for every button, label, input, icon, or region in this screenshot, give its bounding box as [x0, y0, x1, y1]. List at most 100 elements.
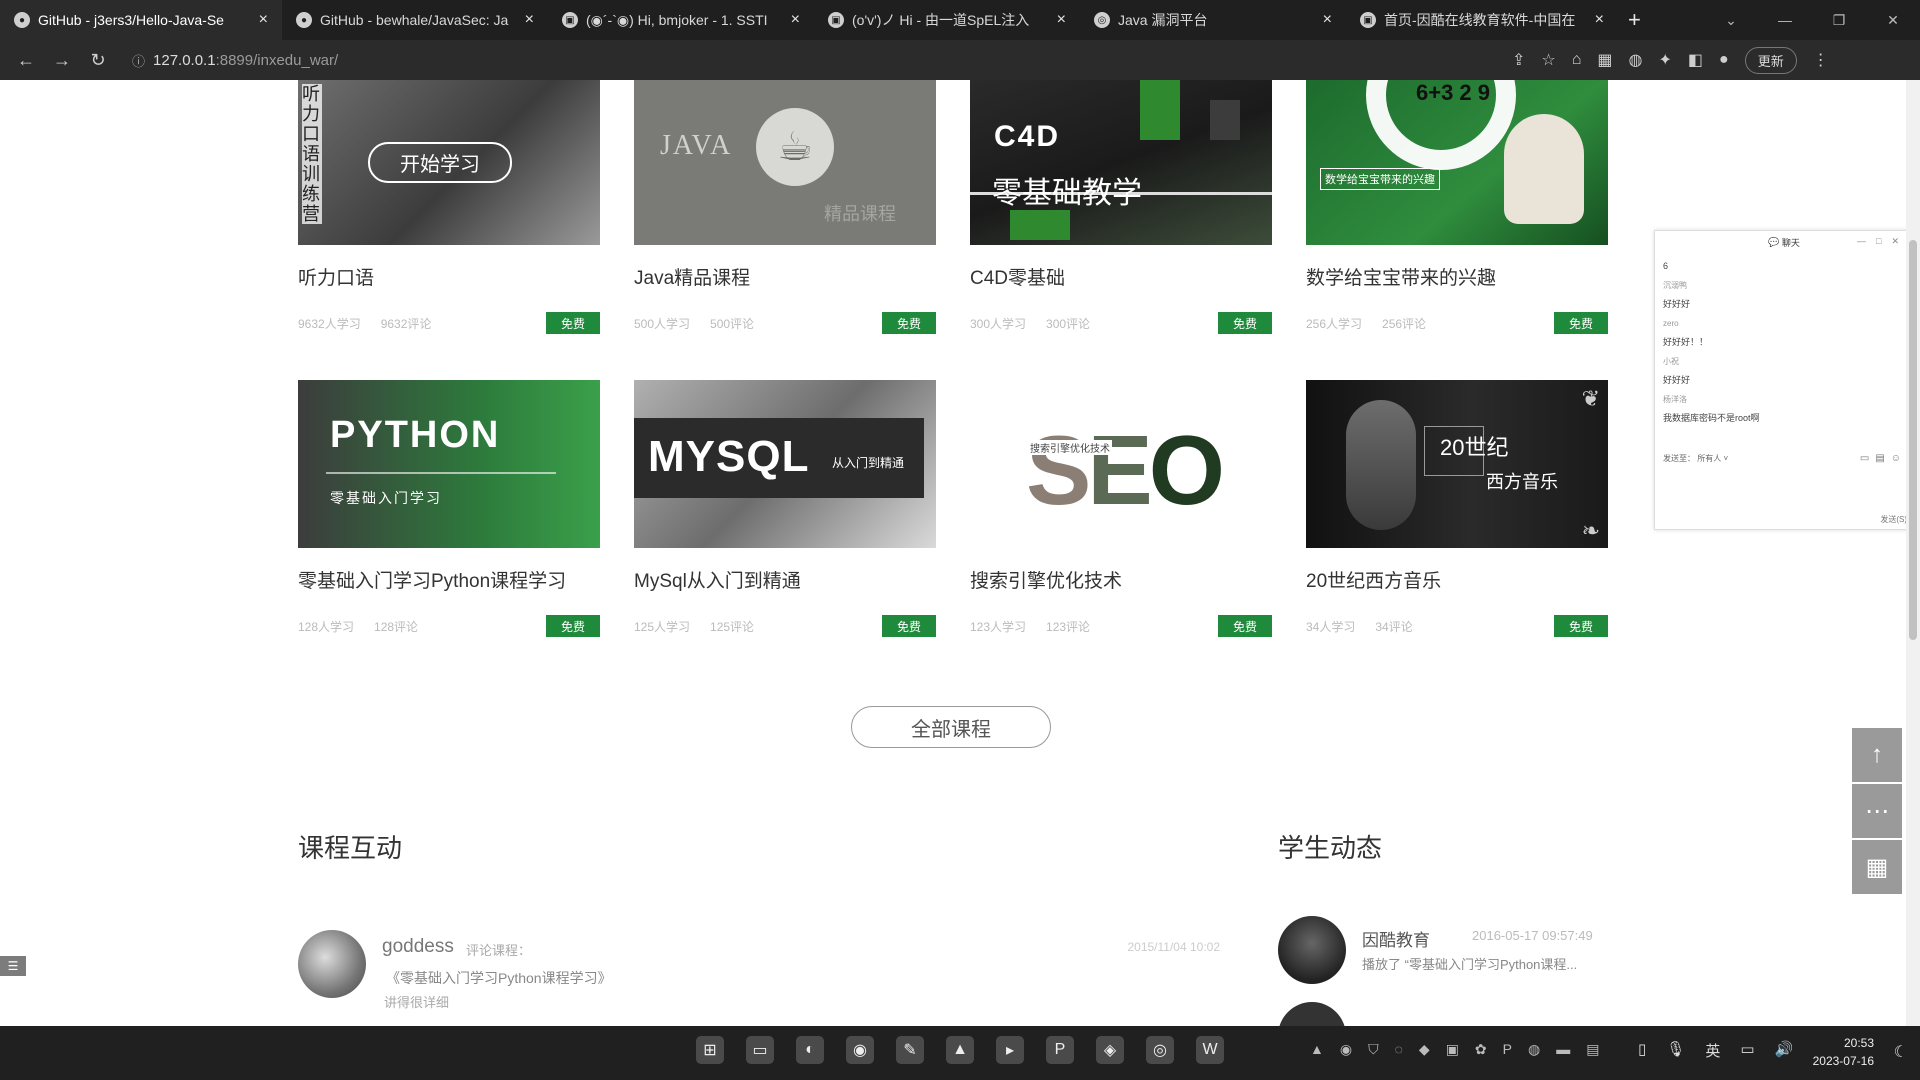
course-thumbnail[interactable]: SEO 搜索引擎优化技术	[970, 380, 1272, 548]
course-thumbnail[interactable]: C4D 零基础教学	[970, 80, 1272, 245]
app-p-icon[interactable]: P	[1046, 1036, 1074, 1064]
back-to-top-icon[interactable]: ↑	[1852, 728, 1902, 782]
course-card[interactable]: 20世纪 西方音乐 ❦ ❧ 20世纪西方音乐 34人学习 34评论 免费	[1306, 380, 1608, 637]
news-user[interactable]: 因酷教育	[1362, 926, 1430, 951]
back-icon[interactable]: ←	[8, 50, 44, 71]
course-card[interactable]: C4D 零基础教学 C4D零基础 300人学习 300评论 免费	[970, 80, 1272, 334]
menu-toggle-icon[interactable]: ☰	[0, 956, 26, 976]
tray-icon[interactable]: ◉	[1340, 1041, 1352, 1058]
chat-window[interactable]: 💬 聊天 —□✕ 6 沉溺鸭 好好好 zero 好好好！！ 小祝 好好好 杨洋洛…	[1654, 230, 1914, 530]
course-title[interactable]: 零基础入门学习Python课程学习	[298, 566, 600, 593]
new-tab-button[interactable]: +	[1628, 7, 1641, 33]
extension-icon[interactable]: ⌂	[1572, 51, 1582, 69]
tray-icon[interactable]: ◆	[1419, 1041, 1430, 1058]
start-learning-button[interactable]: 开始学习	[368, 142, 512, 183]
menu-icon[interactable]: ⋮	[1813, 50, 1829, 70]
avatar[interactable]	[1278, 1002, 1346, 1026]
puzzle-icon[interactable]: ✦	[1659, 50, 1672, 70]
close-icon[interactable]: ×	[525, 11, 534, 29]
tab-github-hello-java[interactable]: ● GitHub - j3ers3/Hello-Java-Se ×	[0, 0, 282, 40]
course-thumbnail[interactable]: 听力口语训练营 开始学习	[298, 80, 600, 245]
comment-user[interactable]: goddess	[382, 936, 454, 958]
chevron-down-icon[interactable]: ⌄	[1704, 12, 1758, 29]
microphone-icon[interactable]: 🎙	[1666, 1040, 1685, 1061]
extension-icon[interactable]: ◍	[1629, 50, 1643, 70]
course-title[interactable]: 搜索引擎优化技术	[970, 566, 1272, 593]
close-icon[interactable]: ×	[259, 11, 268, 29]
chat-bubble-icon[interactable]: ⋯	[1852, 784, 1902, 838]
course-thumbnail[interactable]: 6+3 2 9 数学给宝宝带来的兴趣	[1306, 80, 1608, 245]
course-thumbnail[interactable]: MYSQL 从入门到精通	[634, 380, 936, 548]
tray-icon[interactable]: P	[1503, 1041, 1512, 1058]
tray-icon[interactable]: ▲	[1310, 1041, 1324, 1058]
tab-spel-injection[interactable]: ▣ (o'v')ノ Hi - 由一道SpEL注入 ×	[814, 0, 1080, 40]
tray-icon[interactable]: ◌	[1395, 1041, 1403, 1058]
course-title[interactable]: MySql从入门到精通	[634, 566, 936, 593]
file-explorer-icon[interactable]: ▭	[746, 1036, 774, 1064]
tab-bmjoker-ssti[interactable]: ▣ (◉´-`◉) Hi, bmjoker - 1. SSTI ×	[548, 0, 814, 40]
course-thumbnail[interactable]: 20世纪 西方音乐 ❦ ❧	[1306, 380, 1608, 548]
scrollbar-thumb[interactable]	[1909, 240, 1917, 640]
extension-icon[interactable]: ▦	[1597, 50, 1612, 70]
tab-github-javasec[interactable]: ● GitHub - bewhale/JavaSec: Ja ×	[282, 0, 548, 40]
tray-icon[interactable]: ▤	[1586, 1041, 1599, 1058]
ime-indicator[interactable]: 英	[1705, 1040, 1720, 1061]
close-window-icon[interactable]: ✕	[1866, 12, 1920, 29]
course-card[interactable]: 听力口语训练营 开始学习 听力口语 9632人学习 9632评论 免费	[298, 80, 600, 334]
chrome-icon[interactable]: ◉	[846, 1036, 874, 1064]
course-thumbnail[interactable]: JAVA ☕ 精品课程	[634, 80, 936, 245]
minimize-icon[interactable]: —	[1758, 12, 1812, 28]
volume-icon[interactable]: 🔊	[1775, 1040, 1794, 1061]
course-card[interactable]: SEO 搜索引擎优化技术 搜索引擎优化技术 123人学习 123评论 免费	[970, 380, 1272, 637]
tab-java-vuln-platform[interactable]: ◎ Java 漏洞平台 ×	[1080, 0, 1346, 40]
close-icon[interactable]: ×	[791, 11, 800, 29]
app-icon[interactable]: ◎	[1146, 1036, 1174, 1064]
network-icon[interactable]: ▭	[1740, 1040, 1754, 1061]
course-thumbnail[interactable]: PYTHON 零基础入门学习	[298, 380, 600, 548]
ide-icon[interactable]: ◈	[1096, 1036, 1124, 1064]
restore-icon[interactable]: ❐	[1812, 12, 1866, 29]
profile-icon[interactable]: ●	[1719, 51, 1729, 69]
course-title[interactable]: 听力口语	[298, 263, 600, 290]
send-to-select[interactable]: 所有人	[1697, 454, 1721, 463]
sidebar-icon[interactable]: ◧	[1688, 50, 1703, 70]
send-button[interactable]: 发送(S)	[1880, 514, 1907, 525]
news-text[interactable]: 播放了 “零基础入门学习Python课程...	[1362, 954, 1577, 973]
edge-icon[interactable]: ◐	[796, 1036, 824, 1064]
chevron-down-icon[interactable]: ˅	[1721, 454, 1728, 463]
address-bar[interactable]: ⓘ 127.0.0.1:8899/inxedu_war/	[122, 45, 1492, 75]
close-icon[interactable]: ×	[1057, 11, 1066, 29]
start-icon[interactable]: ⊞	[696, 1036, 724, 1064]
info-icon[interactable]: ⓘ	[132, 51, 145, 70]
comment-course-link[interactable]: 《零基础入门学习Python课程学习》	[386, 968, 612, 988]
notification-icon[interactable]: ☾	[1894, 1042, 1908, 1062]
update-button[interactable]: 更新	[1744, 46, 1797, 74]
forward-icon[interactable]: →	[44, 50, 80, 71]
course-title[interactable]: 20世纪西方音乐	[1306, 566, 1608, 593]
course-title[interactable]: C4D零基础	[970, 263, 1272, 290]
all-courses-button[interactable]: 全部课程	[851, 706, 1051, 748]
course-card[interactable]: PYTHON 零基础入门学习 零基础入门学习Python课程学习 128人学习 …	[298, 380, 600, 637]
course-title[interactable]: 数学给宝宝带来的兴趣	[1306, 263, 1608, 290]
qr-code-icon[interactable]: ▦	[1852, 840, 1902, 894]
app-icon[interactable]: ✎	[896, 1036, 924, 1064]
close-icon[interactable]: ×	[1323, 11, 1332, 29]
chat-window-controls[interactable]: —□✕	[1857, 236, 1909, 247]
chat-input[interactable]	[1663, 469, 1665, 478]
scrollbar[interactable]	[1906, 80, 1920, 1026]
clock[interactable]: 20:53 2023-07-16	[1813, 1034, 1874, 1070]
user-icon[interactable]: ☺	[1891, 453, 1907, 464]
tray-icon[interactable]: ▣	[1446, 1041, 1459, 1058]
avatar[interactable]	[1278, 916, 1346, 984]
word-icon[interactable]: W	[1196, 1036, 1224, 1064]
share-icon[interactable]: ⇪	[1512, 50, 1525, 70]
avatar[interactable]	[298, 930, 366, 998]
course-card[interactable]: 6+3 2 9 数学给宝宝带来的兴趣 数学给宝宝带来的兴趣 256人学习 256…	[1306, 80, 1608, 334]
screenshot-icon[interactable]: ▭	[1860, 453, 1875, 464]
shield-icon[interactable]: ⛉	[1368, 1041, 1379, 1058]
tray-icon[interactable]: ✿	[1475, 1041, 1487, 1058]
course-title[interactable]: Java精品课程	[634, 263, 936, 290]
app-icon[interactable]: ▲	[946, 1036, 974, 1064]
course-card[interactable]: MYSQL 从入门到精通 MySql从入门到精通 125人学习 125评论 免费	[634, 380, 936, 637]
file-icon[interactable]: ▤	[1875, 453, 1890, 464]
